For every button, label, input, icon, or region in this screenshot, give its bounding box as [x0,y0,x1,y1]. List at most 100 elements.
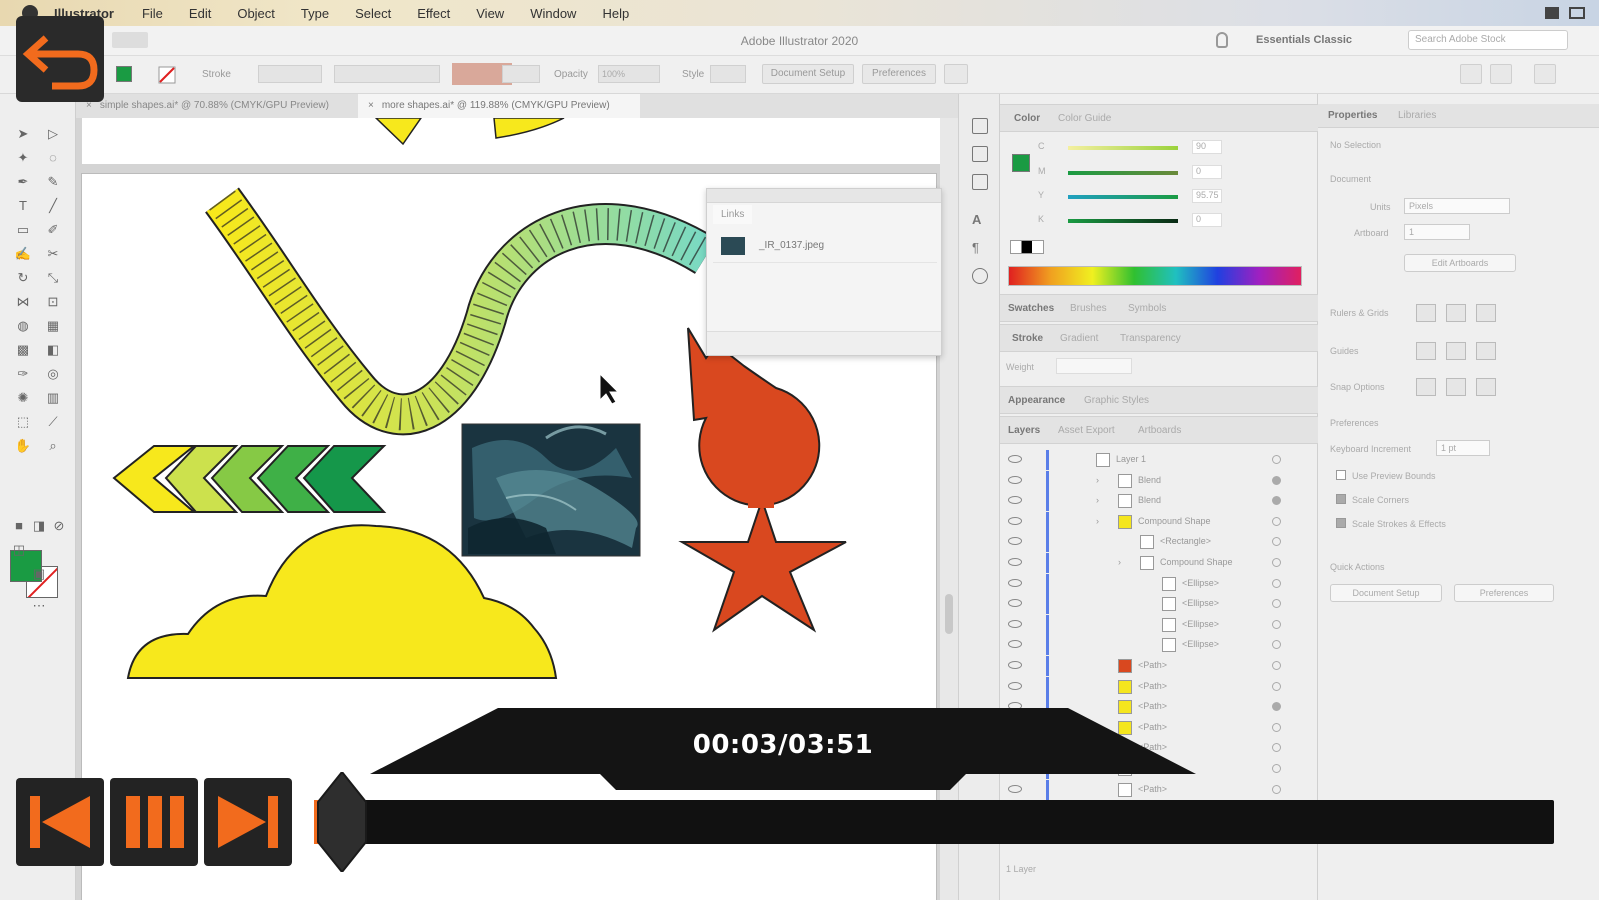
show-guides-icon[interactable] [1416,342,1436,360]
preferences-quick-button[interactable]: Preferences [1454,584,1554,602]
visibility-eye-icon[interactable] [1008,455,1022,463]
edit-toolbar-icon[interactable]: ⋯ [30,598,48,614]
perspective-grid-tool-icon[interactable]: ▦ [44,318,62,334]
layer-row[interactable]: <Ellipse> [1000,573,1318,594]
none-black-white-icon[interactable] [1010,240,1044,254]
tab-libraries[interactable]: Libraries [1398,110,1436,121]
layer-row[interactable]: › Blend [1000,470,1318,491]
previous-button[interactable] [16,778,104,866]
target-circle-icon[interactable] [1272,475,1281,485]
color-spectrum[interactable] [1008,266,1302,286]
menu-select[interactable]: Select [355,6,391,21]
artboard-select[interactable]: 1 [1404,224,1470,240]
screen-mode-icon[interactable]: ▣ [30,566,48,582]
menu-effect[interactable]: Effect [417,6,450,21]
opacity-field[interactable]: 100% [598,65,660,83]
blend-tool-icon[interactable]: ◎ [44,366,62,382]
visibility-eye-icon[interactable] [1008,516,1022,525]
menu-window[interactable]: Window [530,6,576,21]
width-tool-icon[interactable]: ⋈ [14,294,32,310]
layer-row[interactable]: <Ellipse> [1000,594,1318,615]
tab-links[interactable]: Links [713,205,753,224]
tab-stroke[interactable]: Stroke [1012,333,1043,344]
document-setup-quick-button[interactable]: Document Setup [1330,584,1442,602]
artboard-tool-icon[interactable]: ⬚ [14,414,32,430]
magenta-value[interactable]: 0 [1192,165,1222,179]
none-mode-icon[interactable]: ⊘ [50,518,68,534]
cyan-slider[interactable] [1068,146,1178,150]
shape-builder-tool-icon[interactable]: ◍ [14,318,32,334]
progress-bar[interactable] [314,800,1554,844]
placed-image[interactable] [461,423,641,557]
keyboard-increment-input[interactable]: 1 pt [1436,440,1490,456]
tab-graphic-styles[interactable]: Graphic Styles [1084,395,1149,406]
target-circle-icon[interactable] [1272,599,1281,609]
color-fill-swatch[interactable] [1012,154,1030,172]
snap-to-point-icon[interactable] [1416,378,1436,396]
tab-appearance[interactable]: Appearance [1008,395,1065,406]
rulers-icon[interactable] [1416,304,1436,322]
visibility-eye-icon[interactable] [1008,475,1022,484]
black-value[interactable]: 0 [1192,213,1222,227]
tab-symbols[interactable]: Symbols [1128,303,1166,314]
tab-swatches[interactable]: Swatches [1008,303,1054,314]
paragraph-icon[interactable]: ¶ [972,240,988,256]
layer-row[interactable]: › Compound Shape [1000,553,1318,573]
transparency-grid-icon[interactable] [1476,304,1496,322]
visibility-eye-icon[interactable] [1008,599,1022,608]
curvature-tool-icon[interactable]: ✎ [44,174,62,190]
target-circle-icon[interactable] [1272,455,1281,464]
visibility-eye-icon[interactable] [1008,681,1022,690]
use-preview-bounds-checkbox[interactable] [1336,470,1346,480]
tab-transparency[interactable]: Transparency [1120,333,1181,344]
rectangle-tool-icon[interactable]: ▭ [14,222,32,238]
lasso-tool-icon[interactable]: ◌ [44,150,62,166]
gradient-tool-icon[interactable]: ◧ [44,342,62,358]
stroke-weight-field[interactable] [258,65,322,83]
tab-gradient[interactable]: Gradient [1060,333,1098,344]
target-circle-icon[interactable] [1272,661,1281,670]
menu-type[interactable]: Type [301,6,329,21]
zoom-tool-icon[interactable]: ⌕ [44,438,62,454]
fill-color-swatch[interactable] [116,66,132,82]
free-transform-tool-icon[interactable]: ⊡ [44,294,62,310]
tab-layers[interactable]: Layers [1008,425,1040,436]
tab-more-shapes[interactable]: × more shapes.ai* @ 119.88% (CMYK/GPU Pre… [358,94,640,118]
tab-simple-shapes[interactable]: × simple shapes.ai* @ 70.88% (CMYK/GPU Pr… [76,94,358,118]
gradient-mode-icon[interactable]: ◨ [30,518,48,534]
status-icon[interactable] [1545,7,1559,19]
eyedropper-tool-icon[interactable]: ✑ [14,366,32,382]
character-icon[interactable]: A [972,212,988,228]
visibility-eye-icon[interactable] [1008,578,1022,587]
layer-row[interactable]: <Ellipse> [1000,635,1318,656]
select-similar-icon[interactable] [944,64,968,84]
selection-tool-icon[interactable]: ➤ [14,126,32,142]
display-icon[interactable] [1569,7,1585,19]
target-circle-icon[interactable] [1272,537,1281,547]
visibility-eye-icon[interactable] [1008,619,1022,628]
layer-row[interactable]: <Rectangle> [1000,532,1318,553]
paintbrush-tool-icon[interactable]: ✐ [44,222,62,238]
magenta-slider[interactable] [1068,171,1178,175]
control-menu-icon[interactable] [1534,64,1556,84]
lightbulb-icon[interactable] [1216,32,1228,48]
visibility-eye-icon[interactable] [1008,640,1022,649]
transform-icon[interactable] [1490,64,1512,84]
target-circle-icon[interactable] [1272,764,1281,773]
target-circle-icon[interactable] [1272,558,1281,567]
document-setup-button[interactable]: Document Setup [762,64,854,84]
align-icon[interactable] [1460,64,1482,84]
layer-row[interactable]: › Blend [1000,491,1318,512]
target-circle-icon[interactable] [1272,702,1281,712]
target-circle-icon[interactable] [1272,640,1281,650]
hand-tool-icon[interactable]: ✋ [14,438,32,454]
visibility-eye-icon[interactable] [1008,496,1022,505]
yellow-value[interactable]: 95.75 [1192,189,1222,203]
target-circle-icon[interactable] [1272,578,1281,588]
target-circle-icon[interactable] [1272,496,1281,506]
workspace-switcher[interactable]: Essentials Classic [1256,34,1352,46]
target-circle-icon[interactable] [1272,784,1281,794]
target-circle-icon[interactable] [1272,516,1281,526]
smart-guides-icon[interactable] [1476,342,1496,360]
stroke-color-icon[interactable] [158,66,176,84]
